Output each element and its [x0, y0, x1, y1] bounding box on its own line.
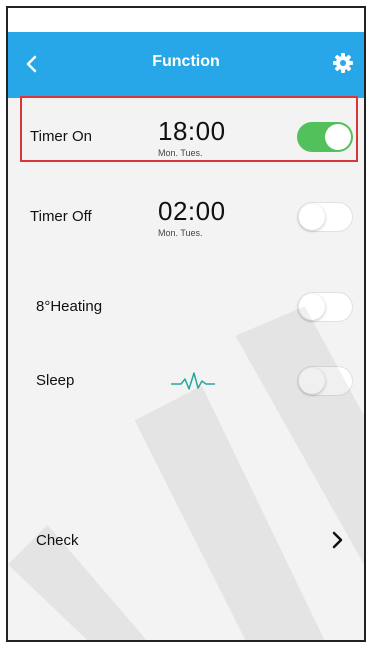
heating-label: 8°Heating: [36, 298, 103, 315]
gear-icon: [333, 53, 353, 73]
phone-screen: Function Timer On 18:00 Mon. Tues. Timer…: [6, 6, 366, 642]
header-bar: Function: [8, 32, 364, 98]
chevron-right-icon[interactable]: [330, 528, 346, 552]
heating-row[interactable]: 8°Heating: [8, 276, 364, 340]
timer-on-row[interactable]: Timer On 18:00 Mon. Tues.: [8, 106, 364, 170]
timer-on-label: Timer On: [30, 128, 92, 145]
timer-off-label: Timer Off: [30, 208, 92, 225]
timer-on-days: Mon. Tues.: [158, 148, 203, 158]
heating-toggle[interactable]: [297, 292, 353, 322]
status-bar: [8, 8, 364, 32]
timer-on-toggle[interactable]: [297, 122, 353, 152]
timer-off-row[interactable]: Timer Off 02:00 Mon. Tues.: [8, 186, 364, 250]
heartbeat-icon: [171, 372, 215, 390]
page-title: Function: [152, 53, 220, 70]
check-label: Check: [36, 532, 79, 549]
timer-off-time[interactable]: 02:00: [158, 196, 226, 227]
timer-off-days: Mon. Tues.: [158, 228, 203, 238]
toggle-knob: [299, 368, 325, 394]
toggle-knob: [325, 124, 351, 150]
sleep-toggle[interactable]: [297, 366, 353, 396]
toggle-knob: [299, 294, 325, 320]
check-row[interactable]: Check: [8, 510, 364, 574]
sleep-row[interactable]: Sleep: [8, 350, 364, 414]
timer-off-toggle[interactable]: [297, 202, 353, 232]
sleep-label: Sleep: [36, 372, 75, 389]
toggle-knob: [299, 204, 325, 230]
timer-on-time[interactable]: 18:00: [158, 116, 226, 147]
settings-button[interactable]: [330, 50, 356, 76]
